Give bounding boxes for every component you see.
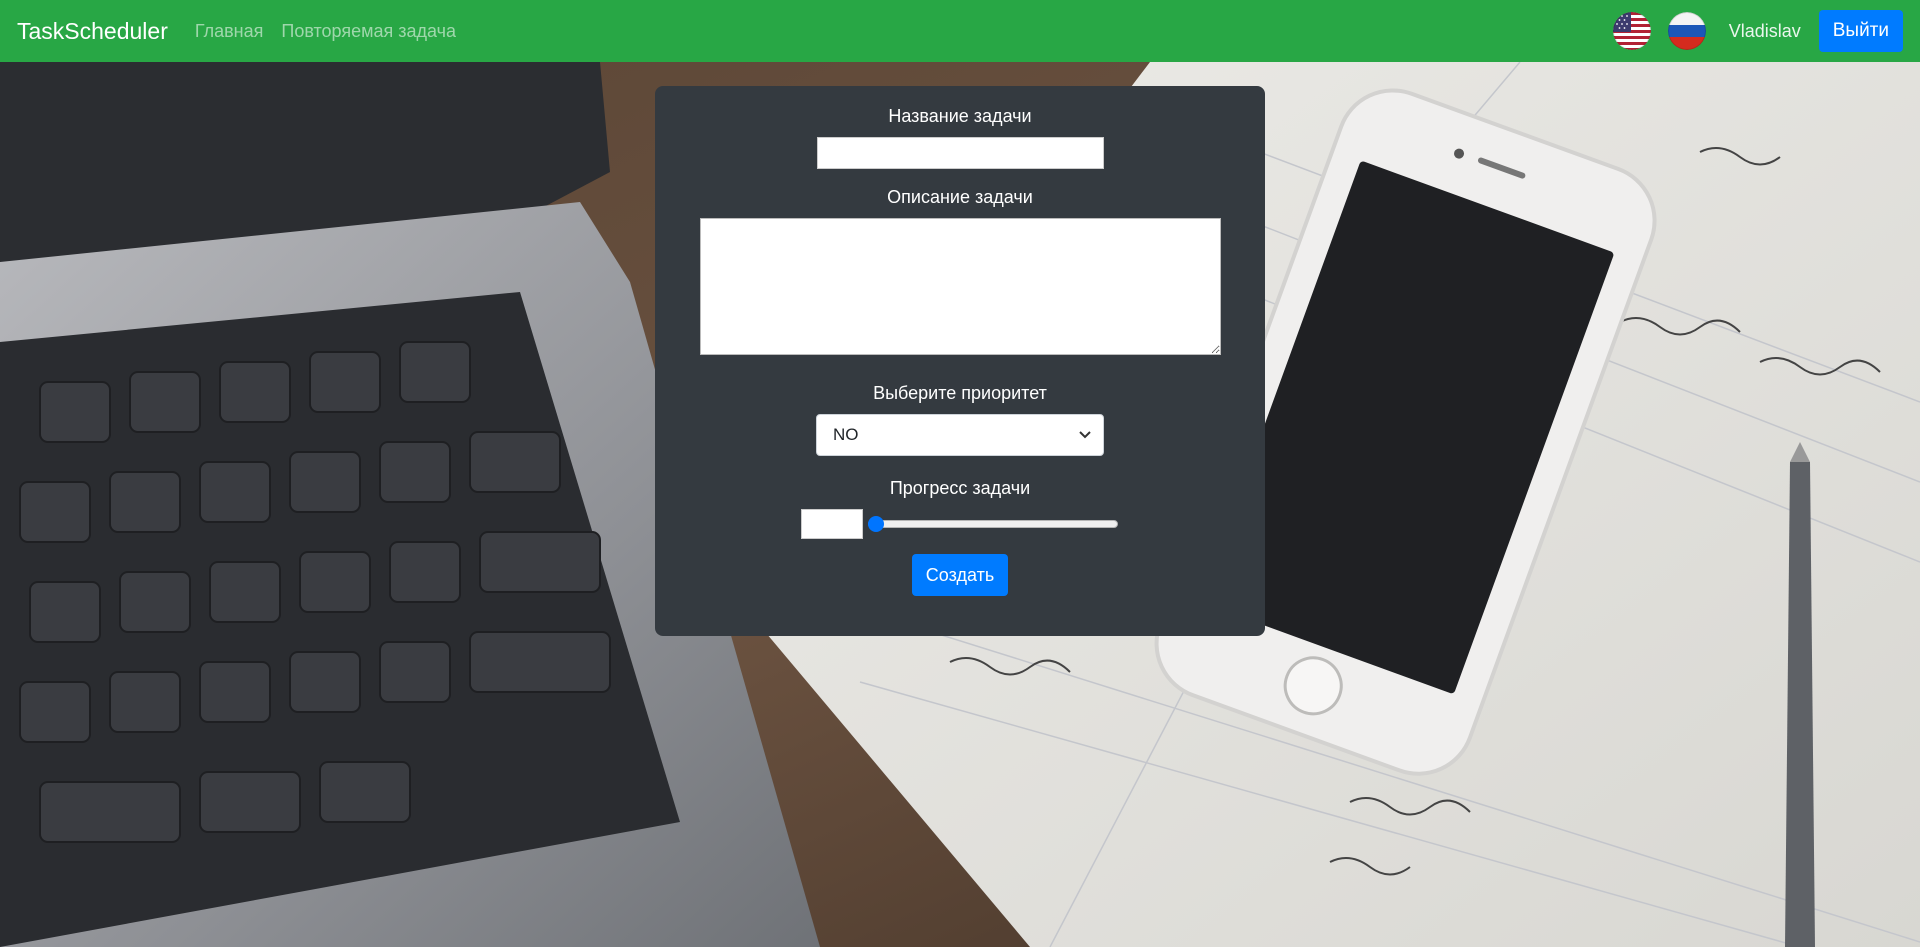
task-description-textarea[interactable] [699, 218, 1221, 355]
progress-row [800, 509, 1120, 539]
navbar-right: Vladislav Выйти [1612, 10, 1903, 52]
us-flag-icon[interactable] [1612, 12, 1651, 50]
chevron-down-icon [1079, 431, 1091, 439]
nav-link-recurring-task[interactable]: Повторяемая задача [281, 21, 456, 42]
create-button[interactable]: Создать [911, 554, 1009, 596]
progress-label: Прогресс задачи [889, 478, 1031, 498]
progress-slider[interactable] [867, 514, 1120, 534]
nav-link-home[interactable]: Главная [195, 21, 264, 42]
brand[interactable]: TaskScheduler [17, 18, 168, 45]
ru-flag-icon[interactable] [1667, 12, 1706, 50]
task-description-label: Описание задачи [887, 187, 1033, 207]
username[interactable]: Vladislav [1729, 21, 1801, 42]
priority-selected-value: NO [833, 425, 859, 444]
slider-thumb[interactable] [867, 516, 884, 532]
slider-track [867, 520, 1118, 528]
logout-button[interactable]: Выйти [1818, 10, 1903, 52]
task-form: Название задачи Описание задачи Выберите… [655, 86, 1265, 636]
navbar: TaskScheduler Главная Повторяемая задача [0, 0, 1920, 62]
task-name-input[interactable] [816, 137, 1104, 169]
progress-value-input[interactable] [800, 509, 863, 539]
priority-select[interactable]: NO [816, 414, 1104, 456]
task-name-label: Название задачи [888, 106, 1032, 126]
priority-label: Выберите приоритет [873, 383, 1047, 403]
